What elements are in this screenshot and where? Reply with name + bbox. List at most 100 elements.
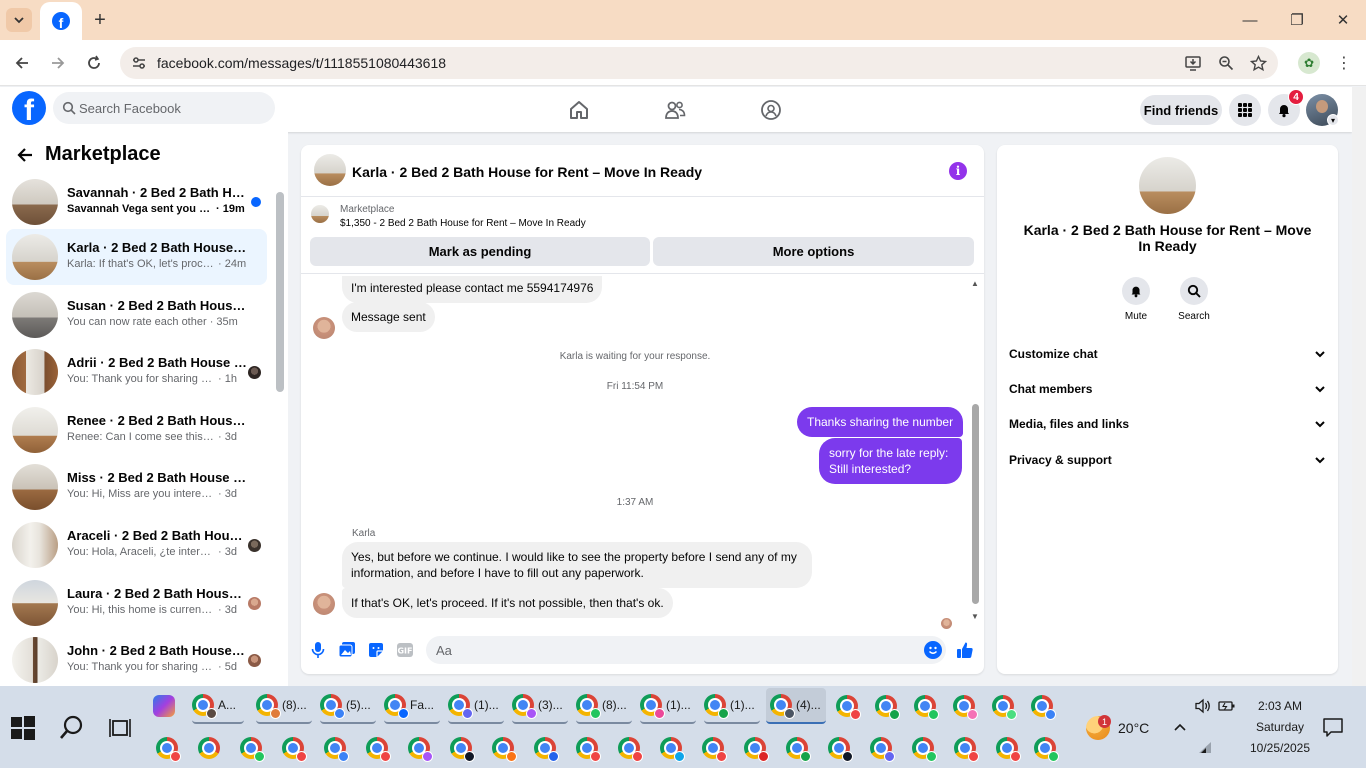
account-caret-icon[interactable]: ▾	[1327, 114, 1339, 126]
conversation-item[interactable]: Miss · 2 Bed 2 Bath House for Rent – Mov…	[6, 459, 267, 515]
search-in-chat-button[interactable]: Search	[1169, 277, 1219, 322]
facebook-search-input[interactable]	[79, 92, 269, 124]
chrome-taskbar-item[interactable]	[1031, 688, 1056, 724]
battery-icon[interactable]	[1217, 696, 1237, 716]
chrome-taskbar-item[interactable]	[660, 730, 685, 766]
chat-title[interactable]: Karla · 2 Bed 2 Bath House for Rent – Mo…	[352, 164, 702, 180]
site-settings-icon[interactable]	[130, 54, 148, 72]
chrome-taskbar-item[interactable]	[366, 730, 391, 766]
chrome-taskbar-item[interactable]	[198, 730, 220, 766]
chrome-taskbar-item[interactable]	[992, 688, 1017, 724]
chrome-window-item[interactable]: A...	[192, 688, 244, 724]
chrome-taskbar-item[interactable]	[1034, 730, 1059, 766]
reload-button[interactable]	[81, 50, 107, 76]
maximize-button[interactable]: ❐	[1283, 6, 1311, 34]
tab-search-button[interactable]	[6, 8, 32, 32]
conversation-item[interactable]: Laura · 2 Bed 2 Bath House for Rent – Mo…	[6, 575, 267, 631]
scroll-up-arrow-icon[interactable]: ▲	[970, 278, 980, 288]
chrome-taskbar-item[interactable]	[324, 730, 349, 766]
extension-icon[interactable]: ✿	[1298, 52, 1320, 74]
menu-button[interactable]	[1229, 94, 1261, 126]
system-clock[interactable]: 2:03 AM Saturday 10/25/2025	[1240, 696, 1320, 759]
listing-info[interactable]: Marketplace $1,350 - 2 Bed 2 Bath House …	[301, 198, 984, 236]
conversation-item[interactable]: Savannah · 2 Bed 2 Bath House for Rent –…	[6, 174, 267, 230]
speaker-icon[interactable]	[1193, 696, 1213, 716]
new-tab-button[interactable]: +	[88, 8, 112, 32]
chrome-taskbar-item[interactable]	[240, 730, 265, 766]
chrome-taskbar-item[interactable]	[156, 730, 181, 766]
chrome-taskbar-item[interactable]	[914, 688, 939, 724]
chrome-taskbar-item[interactable]	[492, 730, 517, 766]
back-to-chats-button[interactable]	[14, 144, 36, 166]
info-icon[interactable]: i	[949, 162, 967, 180]
message-input[interactable]	[436, 636, 916, 664]
find-friends-button[interactable]: Find friends	[1140, 95, 1222, 125]
url-text[interactable]: facebook.com/messages/t/1118551080443618	[157, 55, 446, 71]
chat-listing-avatar[interactable]	[314, 154, 346, 186]
install-app-icon[interactable]	[1183, 53, 1203, 73]
back-button[interactable]	[9, 50, 35, 76]
task-view-icon[interactable]	[108, 716, 132, 740]
windows-start-icon[interactable]	[10, 715, 36, 741]
sticker-icon[interactable]	[366, 640, 386, 660]
gif-icon[interactable]: GIF	[395, 640, 415, 660]
listing-profile-image[interactable]	[1139, 157, 1196, 214]
browser-tab-facebook[interactable]: f	[40, 2, 82, 40]
bookmark-star-icon[interactable]	[1248, 53, 1268, 73]
chevron-up-icon[interactable]	[1170, 717, 1190, 737]
customize-chat-section[interactable]: Customize chat	[1009, 340, 1327, 368]
chrome-window-item[interactable]: (3)...	[512, 688, 568, 724]
chrome-taskbar-item[interactable]	[618, 730, 643, 766]
notification-center-icon[interactable]	[1322, 716, 1344, 738]
conversation-item[interactable]: Renee · 2 Bed 2 Bath House for Rent – Mo…	[6, 402, 267, 458]
wifi-icon[interactable]	[1195, 737, 1215, 757]
friends-nav-button[interactable]	[662, 97, 688, 123]
facebook-logo-icon[interactable]: f	[12, 91, 46, 125]
chrome-taskbar-item[interactable]	[953, 688, 978, 724]
conversation-item[interactable]: Susan · 2 Bed 2 Bath House for Rent – Mo…	[6, 287, 267, 343]
facebook-search[interactable]	[53, 92, 275, 124]
chrome-taskbar-item[interactable]	[702, 730, 727, 766]
chrome-window-item[interactable]: (8)...	[576, 688, 632, 724]
chrome-window-item[interactable]: (5)...	[320, 688, 376, 724]
chrome-taskbar-item[interactable]	[828, 730, 853, 766]
chrome-taskbar-item[interactable]	[912, 730, 937, 766]
conversation-item[interactable]: Araceli · 2 Bed 2 Bath House for Rent – …	[6, 517, 267, 573]
chrome-taskbar-item[interactable]	[836, 688, 861, 724]
page-scrollbar[interactable]	[1352, 87, 1366, 686]
photo-icon[interactable]	[337, 640, 357, 660]
chrome-taskbar-item[interactable]	[744, 730, 769, 766]
groups-nav-button[interactable]	[758, 97, 784, 123]
chrome-taskbar-item[interactable]	[282, 730, 307, 766]
sidebar-scrollbar[interactable]	[276, 192, 284, 392]
copilot-taskbar-item[interactable]	[153, 688, 175, 724]
chrome-window-item-active[interactable]: (4)...	[766, 688, 826, 724]
chrome-window-item[interactable]: (1)...	[704, 688, 760, 724]
chrome-taskbar-item[interactable]	[870, 730, 895, 766]
address-bar[interactable]: facebook.com/messages/t/1118551080443618	[120, 47, 1278, 79]
chrome-window-item[interactable]: (1)...	[448, 688, 504, 724]
chrome-window-item[interactable]: (8)...	[256, 688, 312, 724]
scroll-down-arrow-icon[interactable]: ▼	[970, 611, 980, 621]
search-icon[interactable]	[58, 714, 86, 742]
chat-members-section[interactable]: Chat members	[1009, 375, 1327, 403]
media-files-links-section[interactable]: Media, files and links	[1009, 410, 1327, 438]
chrome-window-item[interactable]: Fa...	[384, 688, 440, 724]
mute-button[interactable]: Mute	[1111, 277, 1161, 322]
chrome-taskbar-item[interactable]	[576, 730, 601, 766]
forward-button[interactable]	[45, 50, 71, 76]
minimize-button[interactable]: —	[1236, 6, 1264, 34]
conversation-item-active[interactable]: Karla · 2 Bed 2 Bath House for Rent – Mo…	[6, 229, 267, 285]
chrome-taskbar-item[interactable]	[450, 730, 475, 766]
emoji-icon[interactable]	[924, 641, 942, 659]
more-options-button[interactable]: More options	[653, 237, 974, 266]
microphone-icon[interactable]	[308, 640, 328, 660]
chrome-window-item[interactable]: (1)...	[640, 688, 696, 724]
thread-scrollbar[interactable]	[972, 404, 979, 604]
chrome-taskbar-item[interactable]	[875, 688, 900, 724]
privacy-support-section[interactable]: Privacy & support	[1009, 446, 1327, 474]
close-window-button[interactable]: ✕	[1329, 6, 1357, 34]
weather-widget[interactable]: 20°C	[1086, 714, 1149, 742]
zoom-icon[interactable]	[1216, 53, 1236, 73]
conversation-item[interactable]: John · 2 Bed 2 Bath House for Rent – Mov…	[6, 632, 267, 688]
